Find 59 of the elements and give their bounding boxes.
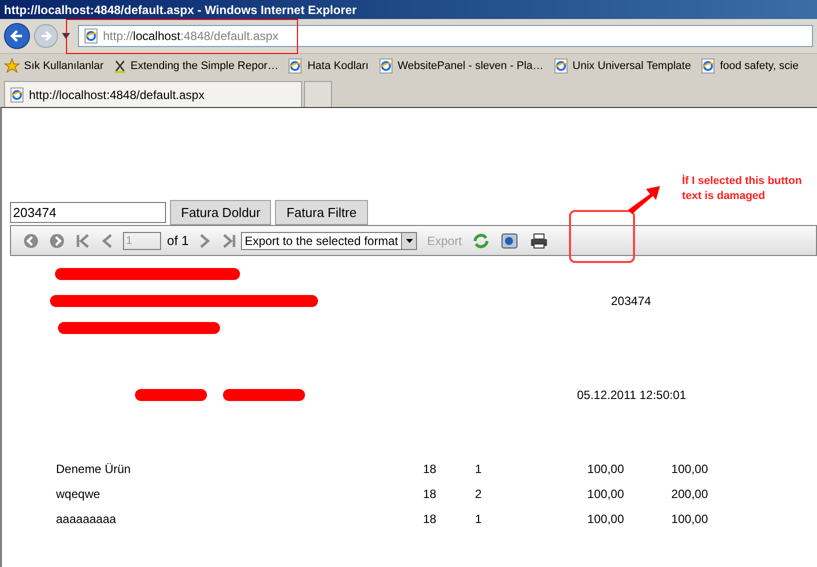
table-cell-text: 18	[423, 511, 438, 528]
invoice-number-field[interactable]: 203474	[10, 202, 166, 223]
invoice-date: 05.12.2011 12:50:01	[577, 387, 686, 404]
browser-page-icon	[700, 58, 716, 74]
form-button[interactable]: Fatura Doldur	[170, 200, 272, 225]
item-name: aaaaaaaaa	[56, 511, 118, 528]
table-cell-text: 18	[423, 461, 438, 478]
dropdown-caret-icon[interactable]	[62, 33, 70, 39]
export-format-select[interactable]: Export to the selected format	[240, 232, 418, 250]
refresh-icon[interactable]	[472, 232, 490, 250]
page-setup-icon[interactable]	[500, 232, 520, 250]
back-circle-icon[interactable]	[23, 232, 39, 248]
table-cell-text: 100,00	[586, 461, 624, 478]
table-cell-text: 100,00	[586, 511, 624, 528]
annotation-text: İf I selected this button text is damaged	[682, 174, 803, 204]
address-field[interactable]: http://localhost:4848/default.aspx	[78, 25, 813, 47]
new-tab-button[interactable]	[304, 81, 332, 107]
redaction-mark	[135, 389, 207, 401]
next-page-icon[interactable]	[198, 232, 211, 248]
forward-circle-icon[interactable]	[49, 232, 65, 248]
table-cell-text: 2	[475, 486, 483, 503]
browser-page-icon	[287, 58, 304, 74]
table-cell-text: 100,00	[670, 511, 708, 528]
favorite-link[interactable]: Hata Kodları	[287, 58, 369, 74]
browser-page-icon	[378, 58, 394, 74]
annotation-arrow	[626, 184, 662, 216]
favorite-link[interactable]: Unix Universal Template	[552, 58, 691, 74]
star-icon	[4, 58, 20, 74]
last-page-icon[interactable]	[220, 232, 237, 248]
cross-icon	[112, 59, 126, 73]
invoice-number: 203474	[611, 293, 652, 310]
browser-page-icon	[83, 28, 99, 44]
browser-tab[interactable]: http://localhost:4848/default.aspx	[4, 81, 302, 107]
back-button[interactable]	[4, 23, 30, 49]
table-cell-text: 1	[475, 461, 483, 478]
favorite-link[interactable]: WebsitePanel - sleven - Pla…	[378, 58, 544, 74]
highlight-frame	[569, 210, 635, 263]
print-icon[interactable]	[530, 232, 548, 248]
table-cell-text: 100,00	[670, 461, 708, 478]
item-name: Deneme Ürün	[56, 461, 132, 478]
browser-page-icon	[552, 58, 569, 74]
window-title: http://localhost:4848/default.aspx - Windows Internet Explorer	[0, 0, 817, 19]
previous-page-icon[interactable]	[101, 232, 113, 248]
favorites-button[interactable]: Sık Kullanılanlar	[4, 58, 104, 74]
first-page-icon[interactable]	[75, 232, 91, 248]
table-cell-text: 100,00	[586, 486, 624, 503]
item-name: wqeqwe	[56, 486, 102, 503]
browser-page-icon	[9, 86, 25, 102]
right-arrow-icon	[40, 30, 52, 42]
table-cell-text: 200,00	[670, 486, 708, 503]
url-text: http://localhost:4848/default.aspx	[103, 28, 278, 45]
table-cell-text: 18	[423, 486, 438, 503]
favorite-link[interactable]: food safety, scie	[700, 58, 799, 74]
favorite-link[interactable]: Extending the Simple Repor…	[112, 58, 278, 74]
table-cell-text: 1	[475, 511, 483, 528]
form-button[interactable]: Fatura Filtre	[275, 200, 368, 225]
page-count: of 1	[167, 232, 189, 250]
left-arrow-icon	[10, 29, 24, 43]
caret-icon	[406, 238, 413, 242]
